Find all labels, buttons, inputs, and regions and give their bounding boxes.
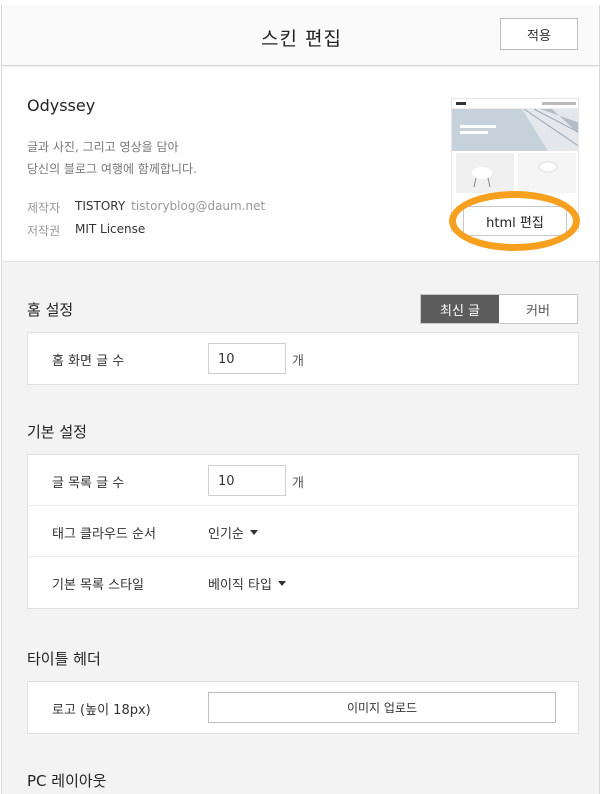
skin-editor-panel: 스킨 편집 적용 Odyssey 글과 사진, 그리고 영상을 담아 당신의 블… xyxy=(1,5,600,794)
list-count-label: 글 목록 글 수 xyxy=(52,476,125,491)
toggle-cover[interactable]: 커버 xyxy=(499,295,577,323)
home-posts-unit: 개 xyxy=(292,354,304,369)
list-style-label: 기본 목록 스타일 xyxy=(52,578,144,593)
skin-name: Odyssey xyxy=(27,96,96,115)
caret-down-icon xyxy=(277,581,286,586)
author-name: TISTORY xyxy=(75,199,126,213)
thumbnail-card xyxy=(456,153,514,193)
thumbnail-hero-text xyxy=(460,125,496,128)
author-row: 제작자 TISTORY tistoryblog@daum.net xyxy=(27,199,265,216)
home-settings-card: 홈 화면 글 수 10 개 xyxy=(27,332,579,385)
logo-row: 로고 (높이 18px) 이미지 업로드 xyxy=(28,682,578,733)
editor-header: 스킨 편집 적용 xyxy=(2,5,599,66)
thumbnail-hero-text xyxy=(460,131,488,134)
home-mode-toggle: 최신 글 커버 xyxy=(420,294,578,324)
skin-info-section: Odyssey 글과 사진, 그리고 영상을 담아 당신의 블로그 여행에 함께… xyxy=(2,67,599,262)
license-key: 저작권 xyxy=(27,224,61,238)
edit-html-button[interactable]: html 편집 xyxy=(463,206,567,236)
skin-description: 글과 사진, 그리고 영상을 담아 당신의 블로그 여행에 함께합니다. xyxy=(27,136,197,180)
thumbnail-logo xyxy=(456,102,466,105)
home-posts-input[interactable]: 10 xyxy=(208,343,286,374)
license-value: MIT License xyxy=(75,222,146,236)
thumbnail-nav xyxy=(452,99,578,109)
skin-description-line: 당신의 블로그 여행에 함께합니다. xyxy=(27,162,197,176)
thumbnail-lamp-graphic xyxy=(538,161,558,173)
tag-cloud-label: 태그 클라우드 순서 xyxy=(52,527,156,542)
image-upload-button[interactable]: 이미지 업로드 xyxy=(208,692,556,723)
list-count-input[interactable]: 10 xyxy=(208,465,286,496)
author-value: TISTORY tistoryblog@daum.net xyxy=(75,199,265,216)
thumbnail-chair-graphic xyxy=(472,167,492,188)
list-style-row: 기본 목록 스타일 베이직 타입 xyxy=(28,557,578,608)
pc-layout-title: PC 레이아웃 xyxy=(27,772,107,790)
toggle-latest-posts[interactable]: 최신 글 xyxy=(421,295,499,323)
list-count-row: 글 목록 글 수 10 개 xyxy=(28,455,578,506)
list-count-unit: 개 xyxy=(292,476,304,491)
basic-settings-title: 기본 설정 xyxy=(27,423,87,441)
tag-cloud-value: 인기순 xyxy=(208,527,244,542)
skin-description-line: 글과 사진, 그리고 영상을 담아 xyxy=(27,140,179,154)
home-posts-label: 홈 화면 글 수 xyxy=(52,354,125,369)
tag-cloud-row: 태그 클라우드 순서 인기순 xyxy=(28,506,578,557)
tag-cloud-dropdown[interactable]: 인기순 xyxy=(208,523,258,542)
thumbnail-card xyxy=(518,153,576,193)
title-header-title: 타이틀 헤더 xyxy=(27,650,101,668)
list-style-value: 베이직 타입 xyxy=(208,578,272,593)
basic-settings-card: 글 목록 글 수 10 개 태그 클라우드 순서 인기순 기본 목록 스타일 베… xyxy=(27,454,579,609)
logo-label: 로고 (높이 18px) xyxy=(52,703,151,718)
home-posts-row: 홈 화면 글 수 10 개 xyxy=(28,333,578,384)
author-key: 제작자 xyxy=(27,201,61,215)
thumbnail-hero xyxy=(452,109,578,151)
author-email: tistoryblog@daum.net xyxy=(131,199,266,213)
license-row: 저작권 MIT License xyxy=(27,222,145,239)
apply-button[interactable]: 적용 xyxy=(500,18,578,50)
thumbnail-architecture-graphic xyxy=(522,109,578,151)
home-settings-title: 홈 설정 xyxy=(27,301,74,319)
title-header-card: 로고 (높이 18px) 이미지 업로드 xyxy=(27,681,579,734)
caret-down-icon xyxy=(249,530,258,535)
list-style-dropdown[interactable]: 베이직 타입 xyxy=(208,574,286,593)
thumbnail-menu xyxy=(542,102,576,105)
